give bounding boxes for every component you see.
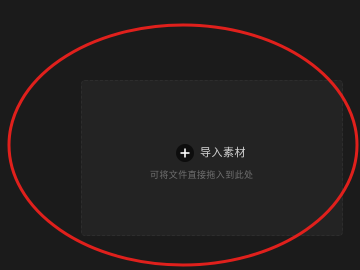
import-media-button[interactable]: 导入素材 xyxy=(176,143,246,163)
app-canvas: 导入素材 可将文件直接拖入到此处 xyxy=(0,0,360,270)
drag-drop-hint: 可将文件直接拖入到此处 xyxy=(150,171,254,181)
import-media-label: 导入素材 xyxy=(200,146,246,159)
plus-circle-icon xyxy=(176,144,194,162)
